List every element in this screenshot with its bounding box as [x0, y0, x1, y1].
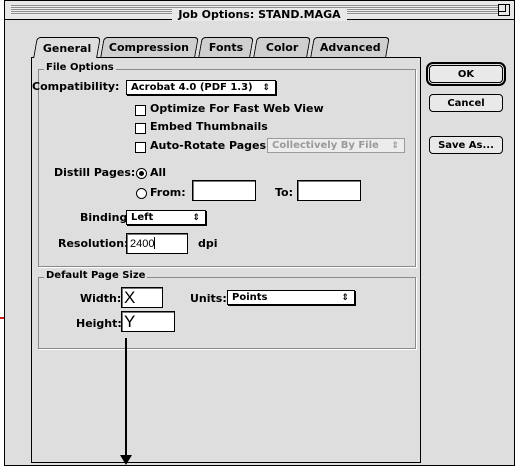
window-title: Job Options: STAND.MAGA: [172, 8, 347, 21]
auto-rotate-label: Auto-Rotate Pages:: [150, 139, 271, 152]
auto-rotate-popup[interactable]: Collectively By File ⇕: [267, 138, 405, 153]
tab-compression[interactable]: Compression: [100, 37, 199, 57]
compatibility-label: Compatibility:: [32, 80, 120, 93]
from-pages-radio[interactable]: [136, 188, 147, 199]
popup-arrows-icon: ⇕: [262, 83, 270, 93]
compatibility-popup[interactable]: Acrobat 4.0 (PDF 1.3) ⇕: [126, 80, 276, 95]
to-label: To:: [275, 186, 293, 199]
zoom-box-icon[interactable]: [498, 4, 510, 16]
dpi-label: dpi: [198, 237, 218, 250]
distill-pages-label: Distill Pages:: [54, 166, 136, 179]
width-label: Width:: [80, 292, 122, 305]
optimize-checkbox[interactable]: [135, 105, 146, 116]
ok-button[interactable]: OK: [426, 62, 506, 86]
annotation-arrow-line: [125, 338, 127, 460]
height-field[interactable]: Y: [121, 311, 175, 332]
resolution-field[interactable]: 2400: [126, 233, 188, 254]
popup-arrows-icon: ⇕: [341, 293, 349, 303]
file-options-label: File Options: [44, 62, 116, 73]
page-size-group: [38, 277, 416, 349]
to-page-field[interactable]: [297, 180, 361, 201]
tab-advanced[interactable]: Advanced: [310, 37, 390, 57]
from-page-field[interactable]: [192, 180, 256, 201]
embed-thumbnails-checkbox[interactable]: [135, 123, 146, 134]
general-panel: File Options Compatibility: Acrobat 4.0 …: [31, 57, 421, 463]
cancel-button[interactable]: Cancel: [429, 94, 503, 112]
embed-thumbnails-label: Embed Thumbnails: [150, 120, 268, 133]
binding-label: Binding:: [80, 211, 132, 224]
tab-fonts[interactable]: Fonts: [198, 37, 254, 57]
tab-general[interactable]: General: [33, 37, 101, 58]
auto-rotate-checkbox[interactable]: [135, 142, 146, 153]
optimize-label: Optimize For Fast Web View: [150, 102, 324, 115]
height-label: Height:: [76, 317, 122, 330]
save-as-button[interactable]: Save As...: [429, 136, 503, 154]
tab-color[interactable]: Color: [253, 37, 311, 57]
popup-arrows-icon: ⇕: [192, 213, 200, 223]
page-size-label: Default Page Size: [44, 270, 148, 281]
job-options-dialog: Job Options: STAND.MAGA General Compress…: [4, 0, 515, 466]
units-popup[interactable]: Points ⇕: [227, 290, 355, 305]
width-field[interactable]: X: [121, 287, 163, 308]
resolution-label: Resolution:: [58, 237, 129, 250]
text-cursor: [154, 237, 156, 249]
all-pages-radio[interactable]: [136, 168, 147, 179]
annotation-arrow-head-icon: [120, 455, 132, 465]
all-pages-label: All: [150, 166, 167, 179]
units-label: Units:: [190, 292, 227, 305]
binding-popup[interactable]: Left ⇕: [126, 210, 206, 225]
popup-arrows-icon: ⇕: [391, 141, 399, 151]
from-label: From:: [150, 186, 186, 199]
title-bar[interactable]: Job Options: STAND.MAGA: [5, 1, 514, 21]
